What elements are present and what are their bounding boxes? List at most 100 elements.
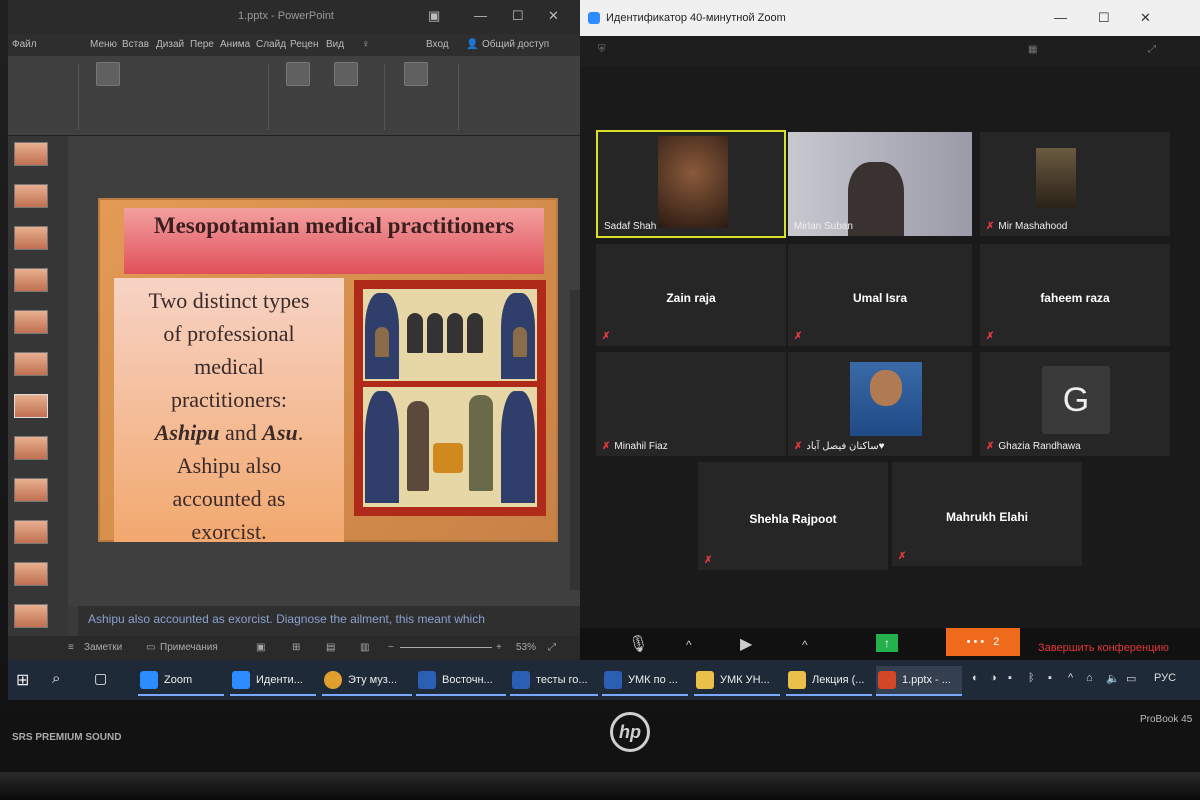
menu-design[interactable]: Дизай bbox=[156, 39, 184, 50]
slide-thumbnail[interactable] bbox=[14, 226, 48, 250]
fit-slide-icon[interactable]: ⤢ bbox=[548, 642, 556, 653]
zoom-out-icon[interactable]: − bbox=[388, 642, 394, 653]
taskbar-item-word[interactable]: тесты го... bbox=[510, 666, 598, 696]
volume-icon[interactable]: 🔈 bbox=[1106, 672, 1120, 685]
slide-thumbnail[interactable] bbox=[14, 394, 48, 418]
share-button[interactable]: Общий доступ bbox=[482, 39, 549, 50]
close-icon[interactable]: ✕ bbox=[548, 8, 559, 24]
slide-scrollbar[interactable] bbox=[570, 290, 580, 590]
participant-tile[interactable]: Mahrukh Elahi ✗ bbox=[892, 462, 1082, 566]
slide-sorter-icon[interactable]: ⊞ bbox=[292, 642, 300, 653]
task-view-icon[interactable]: ▢ bbox=[94, 670, 107, 687]
menu-file[interactable]: Файл bbox=[12, 39, 37, 50]
taskbar-item-folder[interactable]: Лекция (... bbox=[786, 666, 872, 696]
arrange-icon[interactable] bbox=[334, 62, 358, 86]
security-shield-icon[interactable]: ⛨ bbox=[598, 44, 606, 55]
slide-thumbnail[interactable] bbox=[14, 520, 48, 544]
slide-thumbnail[interactable] bbox=[14, 436, 48, 460]
slide-thumbnail[interactable] bbox=[14, 604, 48, 628]
medieval-pharmacy-illustration[interactable] bbox=[354, 280, 546, 516]
menu-slideshow[interactable]: Слайд bbox=[256, 39, 286, 50]
tray-app-icon[interactable]: ◐ bbox=[972, 672, 979, 684]
current-slide[interactable]: Mesopotamian medical practitioners Two d… bbox=[98, 198, 558, 544]
taskbar-item-powerpoint[interactable]: 1.pptx - ... bbox=[876, 666, 962, 696]
participant-tile[interactable]: faheem raza ✗ bbox=[980, 244, 1170, 346]
zoom-level[interactable]: 53% bbox=[516, 642, 536, 653]
menu-view[interactable]: Вид bbox=[326, 39, 344, 50]
bluetooth-icon[interactable]: ᛒ bbox=[1028, 672, 1035, 684]
slide-thumbnail[interactable] bbox=[14, 562, 48, 586]
slide-thumbnail[interactable] bbox=[14, 478, 48, 502]
ribbon-display-icon[interactable]: ▣ bbox=[428, 8, 440, 24]
zoom-slider[interactable] bbox=[400, 647, 492, 648]
taskbar-label: УМК УН... bbox=[720, 674, 770, 686]
close-icon[interactable]: ✕ bbox=[1140, 10, 1151, 26]
participant-tile[interactable]: ✗ Mir Mashahood bbox=[980, 132, 1170, 236]
maximize-icon[interactable]: ☐ bbox=[512, 8, 524, 24]
sign-in-link[interactable]: Вход bbox=[426, 39, 449, 50]
tray-chevron-icon[interactable]: ^ bbox=[1068, 672, 1073, 684]
slide-thumbnail[interactable] bbox=[14, 184, 48, 208]
battery-icon[interactable]: ▭ bbox=[1126, 672, 1136, 685]
slideshow-icon[interactable]: ▥ bbox=[360, 642, 369, 653]
slide-body[interactable]: Two distinct types of professional medic… bbox=[114, 278, 344, 544]
share-icon[interactable]: 👤 bbox=[466, 39, 478, 50]
menu-animations[interactable]: Анима bbox=[220, 39, 250, 50]
more-button[interactable]: • • • 2 bbox=[946, 628, 1020, 656]
menu-insert[interactable]: Встав bbox=[122, 39, 149, 50]
slide-title[interactable]: Mesopotamian medical practitioners bbox=[124, 208, 544, 274]
slide-thumbnail[interactable] bbox=[14, 268, 48, 292]
participant-tile[interactable]: Umal Isra ✗ bbox=[788, 244, 972, 346]
slide-thumbnail[interactable] bbox=[14, 310, 48, 334]
input-language[interactable]: РУС bbox=[1154, 672, 1176, 684]
lightbulb-icon[interactable]: ♀ bbox=[362, 39, 370, 50]
slide-thumbnail[interactable] bbox=[14, 142, 48, 166]
normal-view-icon[interactable]: ▣ bbox=[256, 642, 265, 653]
zoom-in-icon[interactable]: + bbox=[496, 642, 502, 653]
participant-tile[interactable]: ✗ ساکنان فیصل آباد♥ bbox=[788, 352, 972, 456]
editing-icon[interactable] bbox=[404, 62, 428, 86]
end-meeting-button[interactable]: Завершить конференцию bbox=[1038, 642, 1169, 654]
participant-tile[interactable]: Zain raja ✗ bbox=[596, 244, 786, 346]
share-screen-icon[interactable]: ↑ bbox=[876, 634, 898, 652]
participant-tile[interactable]: G ✗ Ghazia Randhawa bbox=[980, 352, 1170, 456]
windows-start-icon[interactable]: ⊞ bbox=[16, 670, 29, 690]
participant-tile[interactable]: Mirlan Suban bbox=[788, 132, 972, 236]
chevron-up-icon[interactable]: ^ bbox=[686, 638, 692, 652]
notes-pane[interactable]: Ashipu also accounted as exorcist. Diagn… bbox=[78, 606, 580, 636]
network-icon[interactable]: ⌂ bbox=[1086, 672, 1093, 684]
maximize-icon[interactable]: ☐ bbox=[1098, 10, 1110, 26]
mic-muted-icon: ✗ bbox=[986, 331, 995, 342]
participant-tile[interactable]: ✗ Minahil Fiaz bbox=[596, 352, 786, 456]
taskbar-item-chrome[interactable]: Эту муз... bbox=[322, 666, 412, 696]
slide-thumbnail[interactable] bbox=[14, 352, 48, 376]
notes-button[interactable]: Заметки bbox=[84, 642, 122, 653]
search-icon[interactable]: ⌕ bbox=[52, 670, 60, 687]
taskbar-item-word[interactable]: Восточн... bbox=[416, 666, 506, 696]
participant-tile[interactable]: Shehla Rajpoot ✗ bbox=[698, 462, 888, 570]
microphone-icon[interactable]: 🎙 bbox=[628, 634, 648, 654]
reading-view-icon[interactable]: ▤ bbox=[326, 642, 335, 653]
tray-app-icon[interactable]: ◑ bbox=[990, 672, 997, 684]
menu-home[interactable]: Меню bbox=[90, 39, 117, 50]
comments-icon[interactable]: ▭ bbox=[146, 642, 155, 653]
video-camera-icon[interactable]: ▶ bbox=[740, 634, 752, 654]
shapes-icon[interactable] bbox=[286, 62, 310, 86]
menu-review[interactable]: Рецен bbox=[290, 39, 319, 50]
taskbar-item-zoom-meeting[interactable]: Иденти... bbox=[230, 666, 316, 696]
taskbar-item-folder[interactable]: УМК УН... bbox=[694, 666, 780, 696]
tray-app-icon[interactable]: ▪ bbox=[1008, 672, 1012, 684]
participant-tile[interactable]: Sadaf Shah bbox=[596, 130, 786, 238]
comments-button[interactable]: Примечания bbox=[160, 642, 218, 653]
minimize-icon[interactable]: — bbox=[1054, 10, 1067, 25]
taskbar-item-zoom[interactable]: Zoom bbox=[138, 666, 224, 696]
minimize-icon[interactable]: — bbox=[474, 8, 487, 23]
tray-app-icon[interactable]: ▪ bbox=[1048, 672, 1052, 684]
taskbar-item-word[interactable]: УМК по ... bbox=[602, 666, 688, 696]
notes-icon[interactable]: ≡ bbox=[68, 642, 74, 653]
fullscreen-icon[interactable]: ⤢ bbox=[1148, 44, 1156, 55]
menu-transitions[interactable]: Пере bbox=[190, 39, 214, 50]
new-slide-icon[interactable] bbox=[96, 62, 120, 86]
chevron-up-icon[interactable]: ^ bbox=[802, 638, 808, 652]
gallery-view-icon[interactable]: ▦ bbox=[1028, 44, 1037, 55]
